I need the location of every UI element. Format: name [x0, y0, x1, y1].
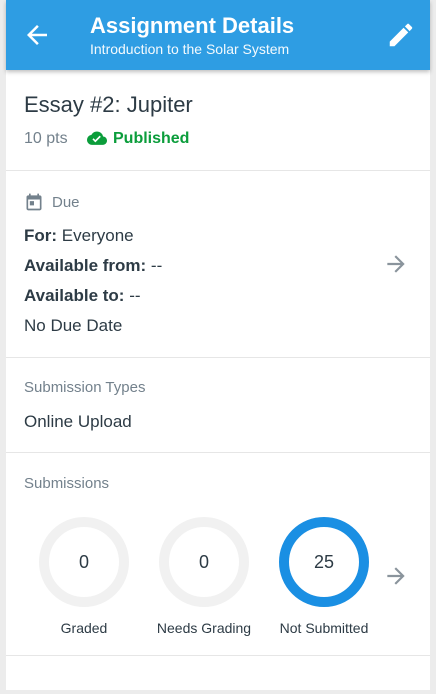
ring-count: 0: [198, 552, 209, 572]
assignment-title: Essay #2: Jupiter: [24, 92, 193, 117]
header-titles: Assignment Details Introduction to the S…: [90, 12, 294, 58]
calendar-icon: [26, 193, 42, 211]
page-title: Assignment Details: [90, 13, 295, 38]
course-subtitle: Introduction to the Solar System: [90, 41, 290, 57]
status-text: Published: [113, 130, 190, 147]
due-details-arrow[interactable]: [383, 251, 409, 277]
submission-types-value: Online Upload: [24, 412, 132, 431]
edit-button[interactable]: [386, 20, 416, 50]
assignment-summary: Essay #2: Jupiter: [6, 70, 430, 171]
for-label: For:: [24, 226, 58, 245]
submission-ring-needs-grading[interactable]: 0 Needs Grading: [156, 514, 252, 636]
available-to-row: Available to: --: [24, 286, 141, 306]
pencil-icon: [389, 23, 413, 47]
arrow-forward-icon: [387, 255, 405, 273]
available-from-row: Available from: --: [24, 256, 162, 276]
status-badge: Published: [87, 130, 189, 148]
due-label: Due: [52, 193, 80, 211]
available-from-value: --: [150, 256, 163, 275]
available-from-label: Available from:: [24, 256, 147, 275]
back-button[interactable]: [22, 20, 52, 50]
submission-types-section: [6, 358, 430, 453]
due-for-row: For: Everyone: [24, 226, 134, 246]
available-to-label: Available to:: [24, 286, 125, 305]
assignment-details-screen: Assignment Details Introduction to the S…: [6, 0, 430, 690]
ring-count: 0: [78, 552, 89, 572]
submissions-label: Submissions: [24, 475, 110, 492]
points-label: 10 pts: [24, 130, 68, 147]
submission-ring-not-submitted[interactable]: 25 Not Submitted: [276, 514, 372, 636]
due-date-text: No Due Date: [24, 316, 123, 335]
due-header: Due: [24, 192, 80, 212]
available-to-value: --: [129, 286, 141, 305]
cloud-check-icon: [87, 131, 107, 145]
for-value: Everyone: [61, 226, 134, 245]
arrow-back-icon: [27, 25, 47, 45]
submission-types-label: Submission Types: [24, 379, 146, 396]
submission-ring-graded[interactable]: 0 Graded: [36, 514, 132, 636]
ring-label: Not Submitted: [279, 620, 369, 636]
arrow-forward-icon: [387, 567, 405, 585]
ring-count: 25: [313, 552, 335, 572]
submissions-arrow[interactable]: [383, 563, 409, 589]
app-bar: Assignment Details Introduction to the S…: [6, 0, 430, 70]
